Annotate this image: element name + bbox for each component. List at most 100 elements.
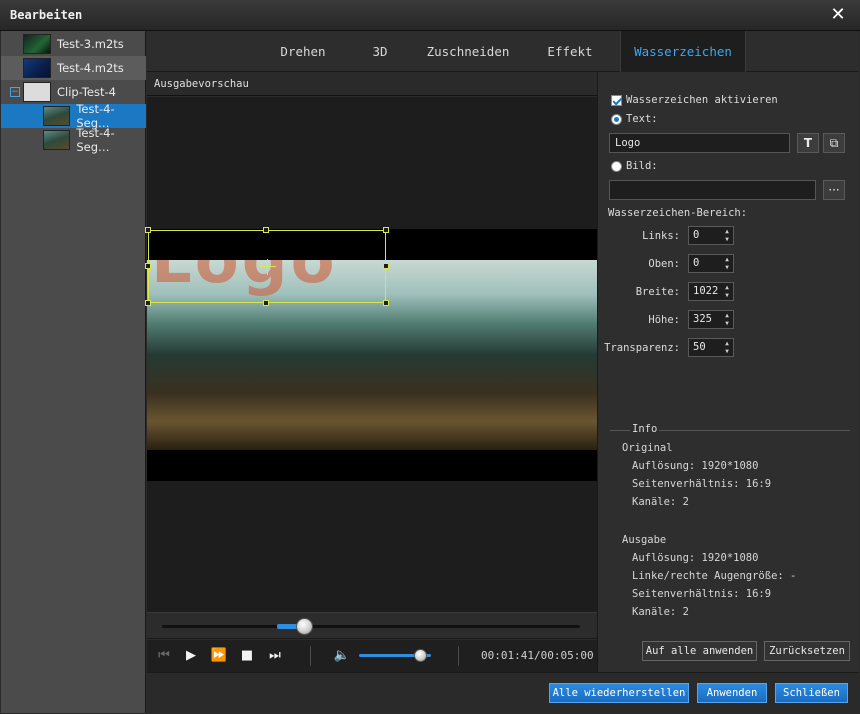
play-icon[interactable]: ▶ [182,647,200,665]
spinner-value: 1022 [693,285,719,297]
tree-item-clip-test-4[interactable]: − Clip-Test-4 [1,80,146,104]
output-eye-size: Linke/rechte Augengröße: - [632,570,797,582]
spinner-arrows-icon[interactable]: ▲ ▼ [723,256,731,272]
collapse-icon[interactable]: − [10,87,20,97]
resize-handle[interactable] [263,227,269,233]
radio-label: Bild: [626,160,658,172]
time-display: 00:01:41/00:05:00 [481,649,594,662]
video-thumbnail [43,130,71,150]
speaker-icon[interactable]: 🔈 [333,647,351,665]
field-label-oben: Oben: [648,258,680,270]
video-thumbnail [43,106,71,126]
skip-forward-icon[interactable]: ⏭ [266,647,284,665]
apply-button[interactable]: Anwenden [697,683,767,703]
spinner-arrows-icon[interactable]: ▲ ▼ [723,284,731,300]
fast-forward-icon[interactable]: ⏩ [210,647,228,665]
field-label-breite: Breite: [635,286,680,298]
enable-watermark-checkbox[interactable]: Wasserzeichen aktivieren [611,94,778,106]
preview-area: Logo [145,97,597,612]
image-radio[interactable]: Bild: [611,160,658,172]
spinner-arrows-icon[interactable]: ▲ ▼ [723,340,731,356]
window-title: Bearbeiten [10,8,83,22]
image-path-input[interactable] [609,180,816,200]
spinner-arrows-icon[interactable]: ▲ ▼ [723,228,731,244]
radio-selected[interactable] [611,113,622,125]
field-label-hoehe: Höhe: [648,314,680,326]
watermark-selection-box[interactable] [145,227,389,306]
original-heading: Original [622,442,673,454]
resize-handle[interactable] [383,300,389,306]
oben-spinner[interactable]: 0 ▲ ▼ [688,254,734,273]
video-thumbnail [23,58,51,78]
video-thumbnail [23,34,51,54]
watermark-text-input[interactable]: Logo [609,133,790,153]
tab-drehen[interactable]: Drehen [267,31,339,72]
spinner-value: 0 [693,257,700,269]
file-tree: Test-3.m2ts Test-4.m2ts − Clip-Test-4 Te… [1,31,146,713]
original-aspect: Seitenverhältnis: 16:9 [632,478,772,490]
field-label-transparenz: Transparenz: [604,342,680,354]
tree-item-test-3[interactable]: Test-3.m2ts [1,32,146,56]
playback-controls: ⏮ ▶ ⏩ ■ ⏭ 🔈 00:01:41/00:05:00 [147,640,597,672]
spinner-arrows-icon[interactable]: ▲ ▼ [723,312,731,328]
spinner-value: 325 [693,313,712,325]
title-bar: Bearbeiten ✕ [0,0,860,31]
output-heading: Ausgabe [622,534,667,546]
volume-slider[interactable] [359,649,431,662]
hoehe-spinner[interactable]: 325 ▲ ▼ [688,310,734,329]
resize-handle[interactable] [145,263,151,269]
seek-bar [147,612,597,639]
spinner-value: 50 [693,341,706,353]
divider [458,646,459,666]
tree-item-segment-2[interactable]: Test-4-Seg… [1,126,146,154]
tree-item-label: Test-4.m2ts [57,61,124,75]
original-resolution: Auflösung: 1920*1080 [632,460,759,472]
seek-slider-handle[interactable] [296,618,313,635]
video-frame: Logo [145,227,597,481]
transparenz-spinner[interactable]: 50 ▲ ▼ [688,338,734,357]
output-resolution: Auflösung: 1920*1080 [632,552,759,564]
tab-3d[interactable]: 3D [355,31,405,72]
area-heading: Wasserzeichen-Bereich: [608,207,748,219]
close-button[interactable]: Schließen [775,683,848,703]
tab-zuschneiden[interactable]: Zuschneiden [419,31,517,72]
tree-item-test-4[interactable]: Test-4.m2ts [1,56,146,80]
copy-icon[interactable]: ⧉ [823,133,845,153]
restore-all-button[interactable]: Alle wiederherstellen [549,683,689,703]
clip-thumbnail [23,82,51,102]
original-channels: Kanäle: 2 [632,496,689,508]
tree-item-label: Test-4-Seg… [76,126,115,154]
resize-handle[interactable] [383,263,389,269]
tab-bar: Drehen 3D Zuschneiden Effekt Wasserzeich… [147,31,859,72]
skip-back-icon[interactable]: ⏮ [155,647,173,665]
checkbox-label: Wasserzeichen aktivieren [626,94,778,106]
close-icon[interactable]: ✕ [828,5,848,25]
radio-label: Text: [626,113,658,125]
text-radio[interactable]: Text: [611,113,658,125]
apply-to-all-button[interactable]: Auf alle anwenden [642,641,757,661]
dialog-footer: Alle wiederherstellen Anwenden Schließen [147,672,859,713]
tab-effekt[interactable]: Effekt [533,31,607,72]
stop-icon[interactable]: ■ [238,647,256,665]
links-spinner[interactable]: 0 ▲ ▼ [688,226,734,245]
move-crosshair-icon[interactable] [260,259,276,275]
browse-button[interactable]: ··· [823,180,845,200]
resize-handle[interactable] [263,300,269,306]
resize-handle[interactable] [383,227,389,233]
text-style-icon[interactable]: T [797,133,819,153]
resize-handle[interactable] [145,227,151,233]
resize-handle[interactable] [145,300,151,306]
reset-button[interactable]: Zurücksetzen [764,641,850,661]
checkbox-checked[interactable] [611,94,622,106]
watermark-panel: Wasserzeichen aktivieren Text: Logo T ⧉ … [597,72,859,672]
tab-wasserzeichen[interactable]: Wasserzeichen [620,31,746,72]
breite-spinner[interactable]: 1022 ▲ ▼ [688,282,734,301]
radio-unselected[interactable] [611,160,622,172]
preview-title: Ausgabevorschau [147,72,597,96]
divider [310,646,311,666]
volume-slider-handle[interactable] [414,649,427,662]
seek-track[interactable] [162,618,580,635]
output-channels: Kanäle: 2 [632,606,689,618]
info-heading: Info [630,423,660,435]
tree-item-segment-1[interactable]: Test-4-Seg… [1,102,146,130]
